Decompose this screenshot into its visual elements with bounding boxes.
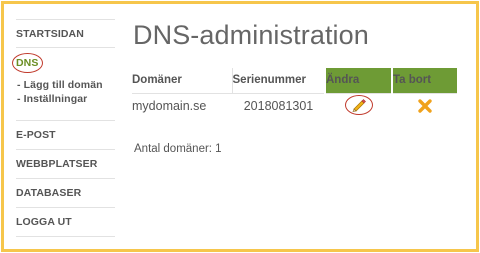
sidebar-group-dns: DNS - Lägg till domän - Inställningar (12, 48, 115, 121)
sidebar-item-label: DATABASER (16, 187, 82, 199)
domain-table: Domäner Serienummer Ändra Ta bort mydoma… (132, 68, 457, 119)
sidebar-item-label: LOGGA UT (16, 216, 72, 228)
edit-domain-button[interactable] (344, 94, 373, 115)
page-title: DNS-administration (133, 20, 369, 50)
cross-icon (417, 99, 432, 113)
highlight-circle (12, 53, 43, 73)
table-row: mydomain.se 2018081301 (132, 93, 457, 119)
pencil-icon (352, 98, 366, 112)
sidebar-item-databaser[interactable]: DATABASER (16, 179, 115, 208)
delete-domain-button[interactable] (417, 98, 433, 114)
sidebar-subitem-settings[interactable]: - Inställningar (16, 92, 115, 106)
sidebar-item-label: STARTSIDAN (16, 28, 84, 40)
column-header-serial: Serienummer (231, 68, 325, 94)
column-header-edit: Ändra (324, 68, 392, 94)
sidebar-item-label: E-POST (16, 129, 56, 141)
column-header-delete: Ta bort (391, 68, 457, 94)
column-header-domain: Domäner (132, 68, 232, 94)
sidebar-item-webbplatser[interactable]: WEBBPLATSER (16, 150, 115, 179)
domain-cell: mydomain.se (132, 99, 207, 114)
sidebar-item-epost[interactable]: E-POST (16, 121, 115, 150)
sidebar-item-startsidan[interactable]: STARTSIDAN (16, 19, 115, 48)
domain-count: Antal domäner: 1 (134, 143, 222, 155)
sidebar-subitem-add-domain[interactable]: - Lägg till domän (16, 78, 115, 92)
table-header-row: Domäner Serienummer Ändra Ta bort (132, 68, 457, 94)
sidebar-item-dns[interactable]: DNS (12, 48, 50, 78)
sidebar-nav: STARTSIDAN DNS - Lägg till domän - Instä… (12, 19, 115, 237)
serial-cell: 2018081301 (243, 99, 314, 114)
delete-cell (392, 93, 457, 119)
edit-cell (325, 93, 392, 119)
sidebar-item-label: WEBBPLATSER (16, 158, 98, 170)
sidebar-item-logga-ut[interactable]: LOGGA UT (16, 208, 115, 237)
